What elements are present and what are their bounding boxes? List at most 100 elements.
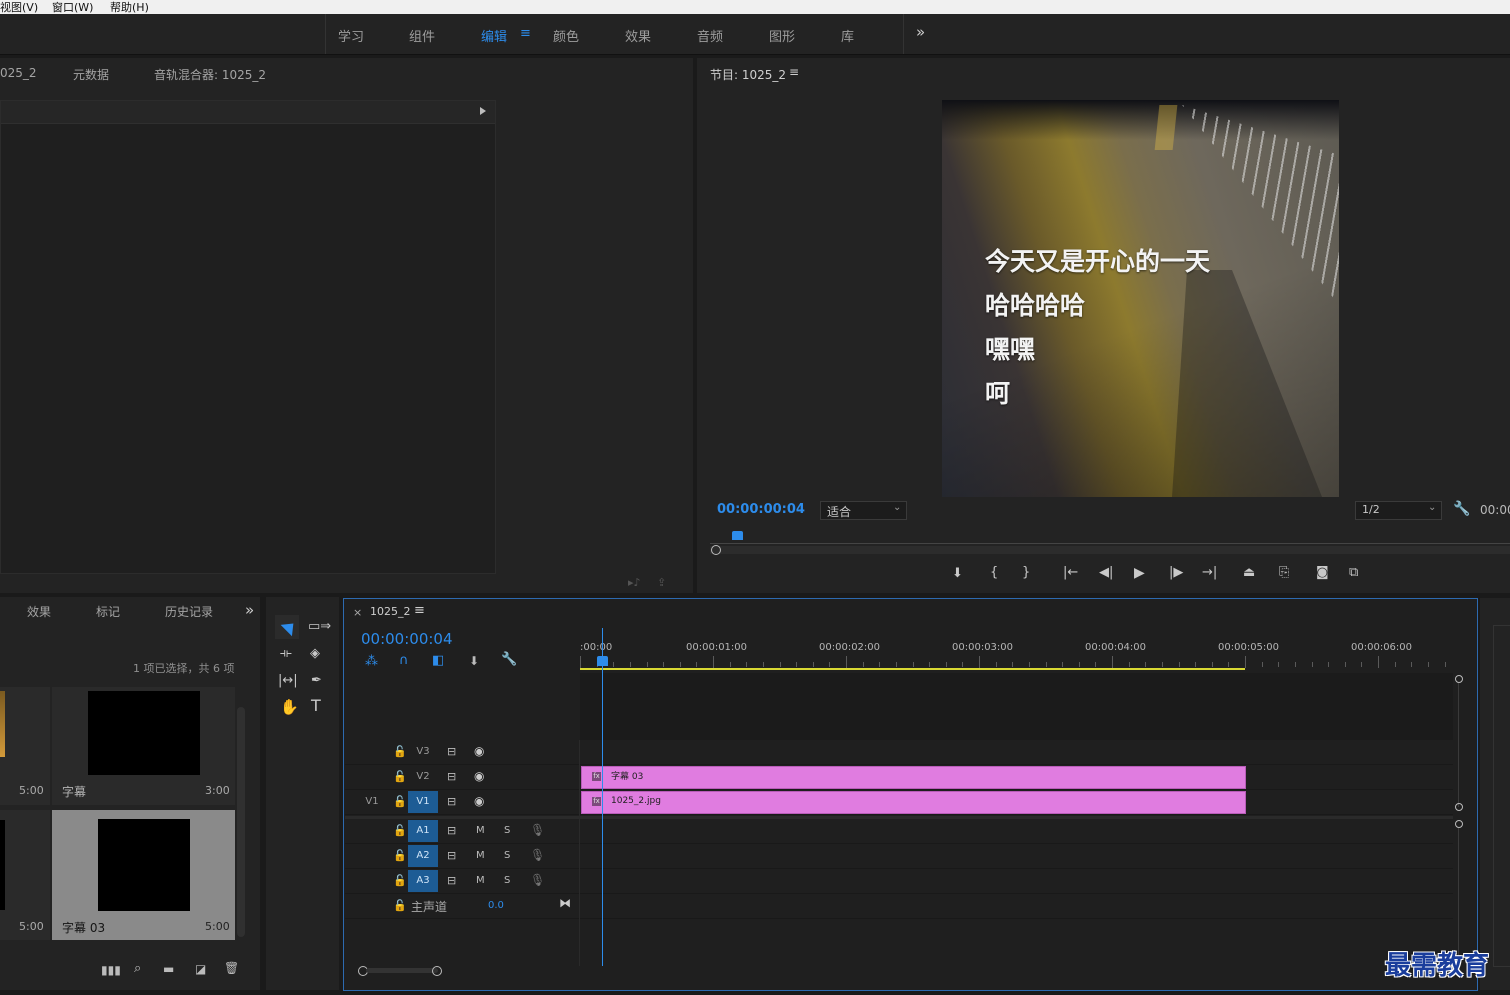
go-to-out-icon[interactable]: →| bbox=[1202, 566, 1217, 580]
workspace-assembly[interactable]: 组件 bbox=[409, 26, 435, 45]
clip-image[interactable]: fx 1025_2.jpg bbox=[581, 791, 1246, 814]
playhead-icon[interactable] bbox=[732, 531, 743, 540]
pen-icon[interactable]: ✒ bbox=[311, 674, 322, 687]
sync-lock-icon[interactable]: ⊟ bbox=[447, 849, 456, 862]
microphone-icon[interactable]: 🎙 bbox=[530, 848, 545, 862]
lock-icon[interactable]: 🔓 bbox=[393, 795, 407, 808]
mark-in-icon[interactable]: { bbox=[990, 566, 998, 580]
tab-markers[interactable]: 标记 bbox=[96, 603, 120, 620]
snap-magnet-icon[interactable]: ∩ bbox=[399, 653, 409, 668]
master-go-to-end-icon[interactable]: ⧓ bbox=[559, 896, 571, 910]
export-frame-icon[interactable]: ◙ bbox=[1316, 566, 1329, 580]
sync-lock-icon[interactable]: ⊟ bbox=[447, 795, 456, 808]
lock-icon[interactable]: 🔓 bbox=[393, 770, 407, 783]
step-back-icon[interactable]: ◀| bbox=[1099, 566, 1113, 580]
project-scrollbar[interactable] bbox=[237, 707, 245, 937]
workspace-audio[interactable]: 音频 bbox=[697, 26, 723, 45]
eye-icon[interactable]: ◉ bbox=[474, 744, 484, 758]
workspace-overflow-icon[interactable]: » bbox=[916, 23, 925, 41]
wrench-icon[interactable]: 🔧 bbox=[1453, 501, 1470, 517]
microphone-icon[interactable]: 🎙 bbox=[530, 873, 545, 887]
new-item-icon[interactable]: ◪ bbox=[195, 962, 206, 976]
mark-out-icon[interactable]: } bbox=[1022, 566, 1030, 580]
workspace-graphics[interactable]: 图形 bbox=[769, 26, 795, 45]
workspace-libraries[interactable]: 库 bbox=[841, 26, 854, 45]
track-target-v3[interactable]: V3 bbox=[408, 741, 438, 763]
hand-icon[interactable]: ✋ bbox=[280, 700, 299, 715]
close-sequence-icon[interactable]: × bbox=[353, 606, 362, 619]
add-marker-icon[interactable]: ⬇ bbox=[952, 567, 963, 581]
sequence-tab[interactable]: 1025_2 bbox=[370, 605, 411, 618]
playhead-icon[interactable] bbox=[597, 656, 609, 666]
menu-view[interactable]: 视图(V) bbox=[0, 0, 38, 15]
sequence-menu-icon[interactable]: ≡ bbox=[414, 603, 425, 618]
clip-title[interactable]: fx 字幕 03 bbox=[581, 766, 1246, 789]
tab-metadata[interactable]: 元数据 bbox=[73, 66, 109, 83]
workspace-menu-icon[interactable]: ≡ bbox=[520, 26, 531, 41]
compare-view-icon[interactable]: ⧉ bbox=[1349, 566, 1358, 580]
selection-tool[interactable] bbox=[275, 615, 300, 639]
project-item[interactable]: 字幕 3:00 bbox=[52, 687, 235, 805]
track-target-v2[interactable]: V2 bbox=[408, 766, 438, 788]
lift-icon[interactable]: ⏏ bbox=[1243, 566, 1255, 580]
program-menu-icon[interactable]: ≡ bbox=[789, 65, 799, 79]
workspace-learn[interactable]: 学习 bbox=[338, 26, 364, 45]
tab-source[interactable]: 025_2 bbox=[0, 66, 37, 80]
lock-icon[interactable]: 🔓 bbox=[393, 899, 407, 912]
timeline-playhead[interactable] bbox=[602, 628, 604, 966]
sync-lock-icon[interactable]: ⊟ bbox=[447, 745, 456, 758]
timeline-ruler[interactable]: :00:00 00:00:01:00 00:00:02:00 00:00:03:… bbox=[580, 630, 1453, 672]
timeline-settings-wrench-icon[interactable]: 🔧 bbox=[501, 652, 517, 667]
play-icon[interactable]: ▶ bbox=[1134, 566, 1145, 580]
project-item-selected[interactable]: 字幕 03 5:00 bbox=[52, 810, 235, 940]
workspace-color[interactable]: 颜色 bbox=[553, 26, 579, 45]
track-target-a2[interactable]: A2 bbox=[408, 845, 438, 867]
track-target-a3[interactable]: A3 bbox=[408, 870, 438, 892]
solo-button[interactable]: S bbox=[504, 825, 510, 836]
export-icon[interactable]: ⇪ bbox=[657, 576, 666, 589]
type-tool-icon[interactable]: T bbox=[311, 698, 321, 714]
menu-help[interactable]: 帮助(H) bbox=[110, 0, 149, 15]
search-icon[interactable]: ⌕ bbox=[134, 961, 141, 976]
linked-selection-icon[interactable]: ◧ bbox=[432, 653, 444, 668]
razor-icon[interactable]: ◈ bbox=[310, 647, 320, 660]
sync-lock-icon[interactable]: ⊟ bbox=[447, 770, 456, 783]
sync-lock-icon[interactable]: ⊟ bbox=[447, 824, 456, 837]
timeline-zoom-scrollbar[interactable] bbox=[356, 965, 1456, 977]
track-target-v1[interactable]: V1 bbox=[408, 791, 438, 813]
tab-effects[interactable]: 效果 bbox=[27, 603, 51, 620]
microphone-icon[interactable]: 🎙 bbox=[530, 823, 545, 837]
lock-icon[interactable]: 🔓 bbox=[393, 874, 407, 887]
lock-icon[interactable]: 🔓 bbox=[393, 849, 407, 862]
add-marker-icon[interactable]: ⬇ bbox=[469, 654, 479, 668]
mute-button[interactable]: M bbox=[476, 875, 485, 886]
track-target-a1[interactable]: A1 bbox=[408, 820, 438, 842]
zoom-handle-icon[interactable] bbox=[711, 545, 721, 555]
expand-arrow-icon[interactable] bbox=[480, 107, 486, 115]
insert-icon[interactable]: ▸♪ bbox=[628, 576, 641, 589]
program-timecode[interactable]: 00:00:00:04 bbox=[717, 502, 805, 517]
step-forward-icon[interactable]: |▶ bbox=[1169, 566, 1183, 580]
trash-icon[interactable]: 🗑 bbox=[224, 961, 239, 975]
list-view-icon[interactable]: ▮▮▮ bbox=[101, 963, 121, 977]
sync-lock-icon[interactable]: ⊟ bbox=[447, 874, 456, 887]
workspace-editing[interactable]: 编辑 bbox=[481, 26, 507, 45]
mute-button[interactable]: M bbox=[476, 825, 485, 836]
workspace-effects[interactable]: 效果 bbox=[625, 26, 651, 45]
fit-dropdown[interactable]: 适合 ⌄ bbox=[820, 501, 907, 520]
menu-window[interactable]: 窗口(W) bbox=[52, 0, 93, 15]
eye-icon[interactable]: ◉ bbox=[474, 794, 484, 808]
eye-icon[interactable]: ◉ bbox=[474, 769, 484, 783]
ripple-edit-icon[interactable]: ⟛ bbox=[280, 647, 292, 660]
audio-track-scrollbar[interactable] bbox=[1455, 820, 1463, 960]
lock-icon[interactable]: 🔓 bbox=[393, 824, 407, 837]
solo-button[interactable]: S bbox=[504, 875, 510, 886]
panel-overflow-icon[interactable]: » bbox=[245, 601, 254, 619]
nest-icon[interactable]: ⁂ bbox=[365, 654, 378, 669]
source-patch-v1[interactable]: V1 bbox=[357, 791, 387, 813]
solo-button[interactable]: S bbox=[504, 850, 510, 861]
master-volume[interactable]: 0.0 bbox=[488, 900, 504, 911]
program-scrub-bar[interactable] bbox=[710, 531, 1510, 555]
mute-button[interactable]: M bbox=[476, 850, 485, 861]
tab-audio-track-mixer[interactable]: 音轨混合器: 1025_2 bbox=[154, 66, 266, 83]
